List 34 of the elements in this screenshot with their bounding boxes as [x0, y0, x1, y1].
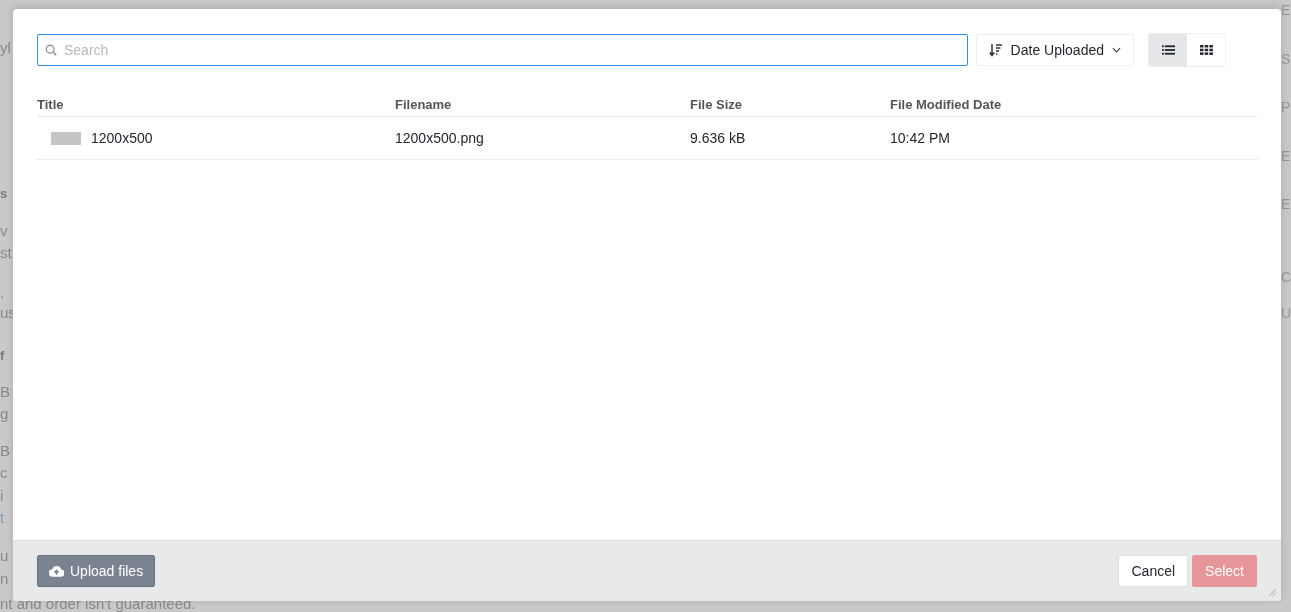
- cancel-button[interactable]: Cancel: [1118, 555, 1189, 587]
- column-header[interactable]: File Size: [690, 96, 890, 112]
- text-fragment: f: [0, 347, 5, 365]
- column-header[interactable]: Filename: [395, 96, 690, 112]
- search-icon: [45, 44, 57, 56]
- search-field[interactable]: Search: [37, 34, 968, 66]
- thumbnail-icon: [51, 131, 81, 145]
- cloud-upload-icon: [49, 565, 64, 577]
- grid-icon: [1199, 45, 1213, 55]
- column-header[interactable]: File Modified Date: [890, 96, 1257, 112]
- sort-icon: [988, 43, 1003, 57]
- text-fragment: g: [0, 404, 9, 424]
- text-fragment: s: [0, 185, 8, 203]
- caret-icon: [1112, 47, 1121, 53]
- text-fragment: ,: [0, 282, 5, 302]
- resize-handle-icon[interactable]: [1267, 587, 1277, 597]
- table-cell-text: 10:42 PM: [890, 130, 951, 146]
- list-view-button[interactable]: [1149, 34, 1187, 66]
- sort-dropdown[interactable]: Date Uploaded: [975, 34, 1134, 66]
- column-header[interactable]: Title: [37, 96, 395, 112]
- table-cell-text: 1200x500.png: [395, 130, 485, 146]
- text-fragment: B: [0, 382, 10, 402]
- text-fragment: c: [0, 463, 8, 483]
- text-fragment: st: [0, 243, 12, 263]
- text-fragment: i: [0, 486, 4, 506]
- upload-button[interactable]: Upload files: [37, 555, 156, 587]
- text-fragment: B: [0, 441, 10, 461]
- list-icon: [1161, 45, 1175, 55]
- text-fragment: u: [0, 546, 9, 566]
- text-fragment: v: [0, 221, 8, 241]
- table-cell-text: 9.636 kB: [690, 130, 747, 146]
- table-cell: 1200x500: [91, 130, 153, 146]
- text-fragment: yl: [0, 38, 11, 58]
- text-fragment: n: [0, 569, 9, 589]
